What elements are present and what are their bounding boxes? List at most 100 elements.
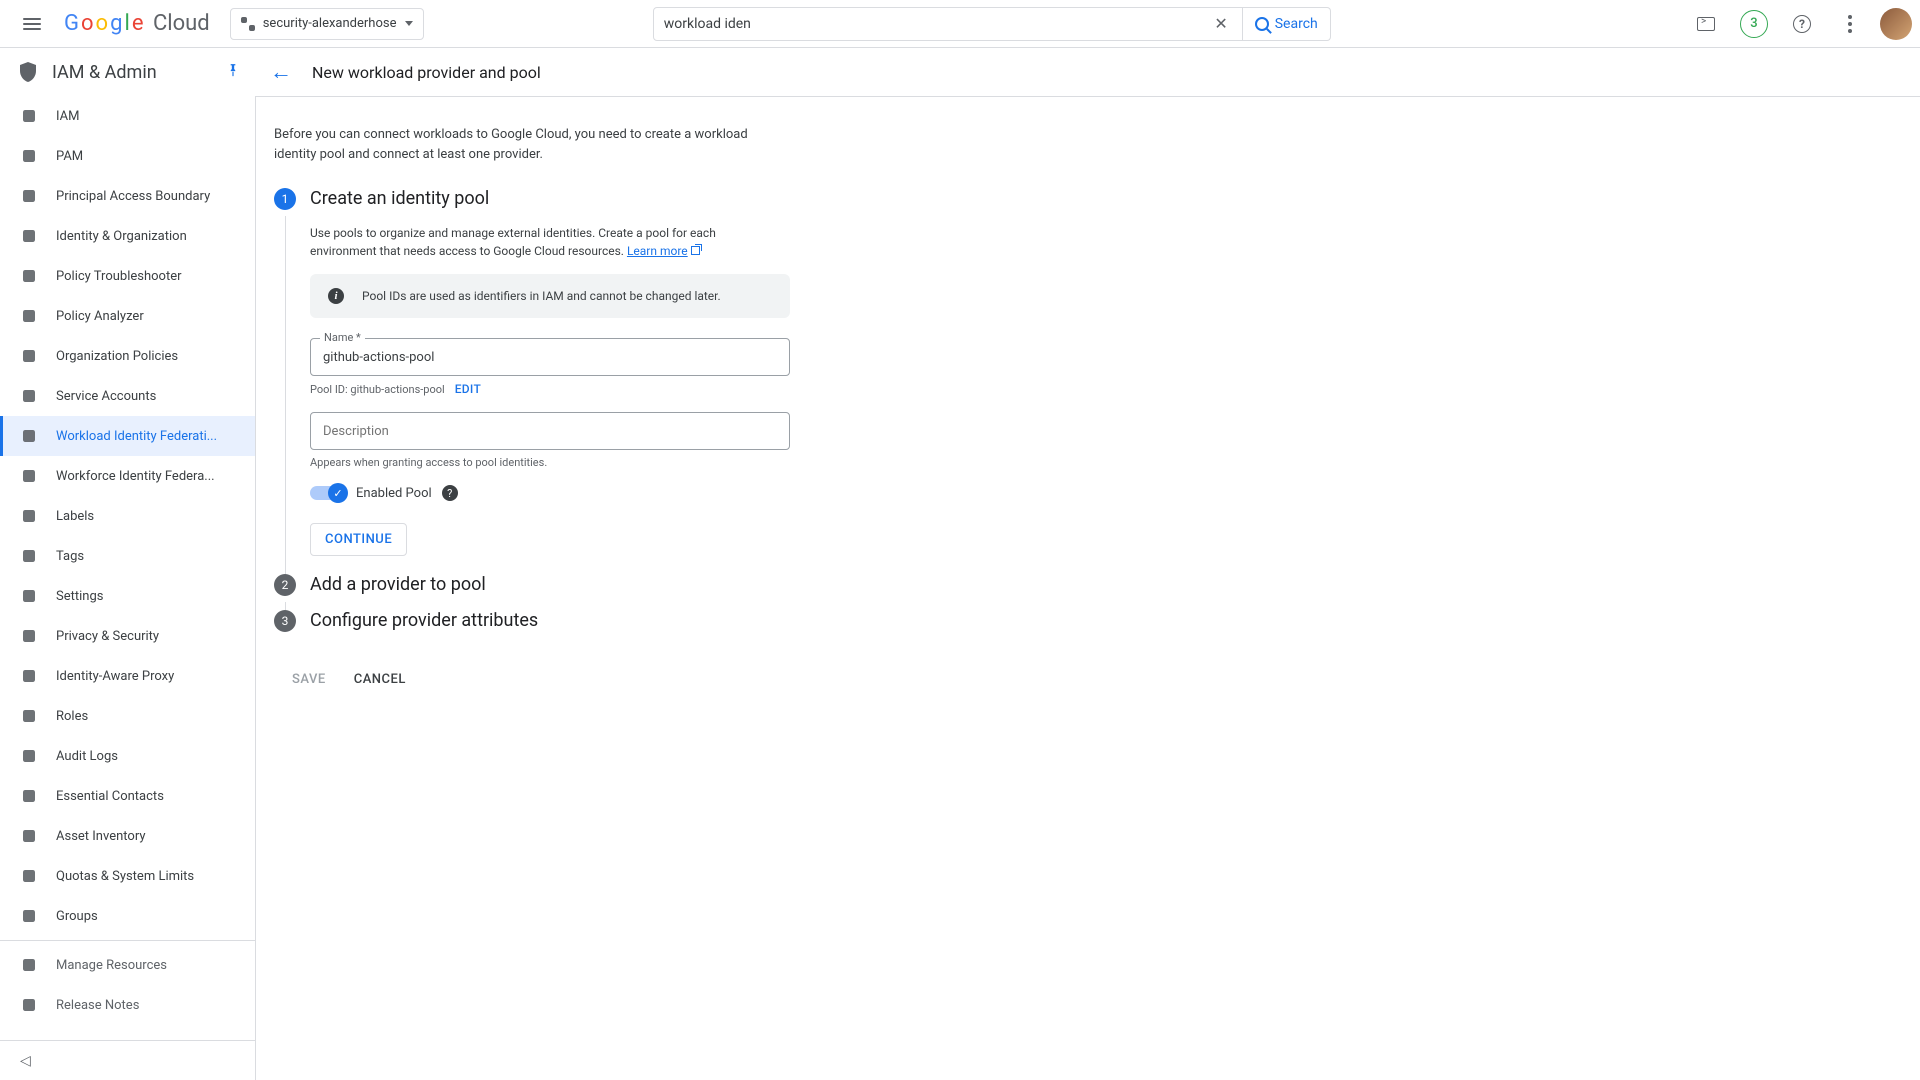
learn-more-link[interactable]: Learn more <box>627 244 702 258</box>
sidebar-item-pam[interactable]: PAM <box>0 136 255 176</box>
enabled-label: Enabled Pool <box>356 486 432 501</box>
top-right: 3 ? <box>1688 6 1912 42</box>
step-2-body <box>285 602 856 610</box>
cloud-shell-button[interactable] <box>1688 6 1724 42</box>
search-wrap: ✕ Search <box>653 7 1331 41</box>
sidebar-item-label: Tags <box>56 549 84 564</box>
contacts-icon <box>20 787 38 805</box>
sidebar-item-contacts[interactable]: Essential Contacts <box>0 776 255 816</box>
sidebar-item-logs[interactable]: Audit Logs <box>0 736 255 776</box>
cloud-logo[interactable]: Google Cloud <box>64 11 210 36</box>
step-2-header[interactable]: 2 Add a provider to pool <box>274 574 856 596</box>
analyzer-icon <box>20 307 38 325</box>
identity-icon <box>20 227 38 245</box>
account-avatar[interactable] <box>1880 8 1912 40</box>
step-3-header[interactable]: 3 Configure provider attributes <box>274 610 856 632</box>
pam-icon <box>20 147 38 165</box>
main-menu-button[interactable] <box>8 0 56 48</box>
sidebar-item-analyzer[interactable]: Policy Analyzer <box>0 296 255 336</box>
sidebar-item-service[interactable]: Service Accounts <box>0 376 255 416</box>
step-1-desc: Use pools to organize and manage externa… <box>310 224 760 260</box>
pin-icon[interactable] <box>226 62 240 82</box>
sidebar-item-label: IAM <box>56 109 79 124</box>
sidebar-item-label: Policy Troubleshooter <box>56 269 182 284</box>
product-bar: IAM & Admin ← New workload provider and … <box>0 48 1920 96</box>
sidebar-item-label: Policy Analyzer <box>56 309 144 324</box>
asset-icon <box>20 827 38 845</box>
boundary-icon <box>20 187 38 205</box>
sidebar-item-workforce[interactable]: Workforce Identity Federa... <box>0 456 255 496</box>
intro-text: Before you can connect workloads to Goog… <box>274 125 754 164</box>
hamburger-icon <box>23 18 41 30</box>
check-icon: ✓ <box>333 487 342 500</box>
sidebar-item-label: Essential Contacts <box>56 789 164 804</box>
sidebar-item-identity[interactable]: Identity & Organization <box>0 216 255 256</box>
help-button[interactable]: ? <box>1784 6 1820 42</box>
sidebar-item-label: PAM <box>56 149 83 164</box>
info-icon: i <box>328 288 344 304</box>
sidebar-item-iap[interactable]: Identity-Aware Proxy <box>0 656 255 696</box>
sidebar-item-label: Release Notes <box>56 998 139 1013</box>
sidebar-item-label: Asset Inventory <box>56 829 145 844</box>
shield-icon <box>16 60 40 84</box>
sidebar-item-boundary[interactable]: Principal Access Boundary <box>0 176 255 216</box>
sidebar-item-groups[interactable]: Groups <box>0 896 255 936</box>
description-hint: Appears when granting access to pool ide… <box>310 456 856 469</box>
doc-icon <box>20 996 38 1014</box>
name-input[interactable] <box>310 338 790 376</box>
cancel-button[interactable]: CANCEL <box>354 672 406 687</box>
search-box[interactable]: ✕ <box>653 7 1243 41</box>
sidebar-item-wrench[interactable]: Policy Troubleshooter <box>0 256 255 296</box>
sidebar-item-iam[interactable]: IAM <box>0 96 255 136</box>
logs-icon <box>20 747 38 765</box>
project-icon <box>241 17 255 31</box>
sidebar-item-tags[interactable]: Tags <box>0 536 255 576</box>
sidebar-item-org[interactable]: Organization Policies <box>0 336 255 376</box>
step-3-badge: 3 <box>274 610 296 632</box>
search-input[interactable] <box>664 16 1211 32</box>
sidebar-item-label: Audit Logs <box>56 749 118 764</box>
step-1-title: Create an identity pool <box>310 188 489 210</box>
cloudshell-icon <box>1697 17 1715 31</box>
clear-search-icon[interactable]: ✕ <box>1210 14 1231 33</box>
name-label: Name * <box>320 331 365 344</box>
edit-pool-id[interactable]: EDIT <box>455 382 481 396</box>
search-button[interactable]: Search <box>1243 7 1331 41</box>
sidebar-item-settings[interactable]: Settings <box>0 576 255 616</box>
info-banner: i Pool IDs are used as identifiers in IA… <box>310 274 790 318</box>
sidebar-item-label: Labels <box>56 509 94 524</box>
chevron-down-icon <box>405 21 413 26</box>
org-icon <box>20 347 38 365</box>
quotas-icon <box>20 867 38 885</box>
vertical-dots-icon <box>1848 15 1852 33</box>
enabled-toggle[interactable]: ✓ <box>310 486 346 500</box>
sidebar-item-quotas[interactable]: Quotas & System Limits <box>0 856 255 896</box>
info-text: Pool IDs are used as identifiers in IAM … <box>362 289 721 303</box>
step-1-badge: 1 <box>274 188 296 210</box>
enabled-toggle-row: ✓ Enabled Pool ? <box>310 485 856 501</box>
sidebar-item-label: Privacy & Security <box>56 629 159 644</box>
nav-scroll[interactable]: IAM PAM Principal Access BoundaryIdentity … <box>0 96 255 1040</box>
free-trial-badge[interactable]: 3 <box>1736 6 1772 42</box>
more-button[interactable] <box>1832 6 1868 42</box>
step-2-badge: 2 <box>274 574 296 596</box>
sidebar-item-privacy[interactable]: Privacy & Security <box>0 616 255 656</box>
continue-button[interactable]: CONTINUE <box>310 523 407 556</box>
sidebar-item-roles[interactable]: Roles <box>0 696 255 736</box>
sidebar-item-asset[interactable]: Asset Inventory <box>0 816 255 856</box>
doc-icon <box>20 956 38 974</box>
sidebar-item-label: Groups <box>56 909 98 924</box>
sidebar-item-wif[interactable]: Workload Identity Federati... <box>0 416 255 456</box>
description-input[interactable] <box>310 412 790 450</box>
enabled-help-icon[interactable]: ? <box>442 485 458 501</box>
description-field <box>310 412 790 450</box>
project-picker[interactable]: security-alexanderhose <box>230 8 424 40</box>
sidebar-item-labels[interactable]: Labels <box>0 496 255 536</box>
save-button: SAVE <box>292 672 326 687</box>
back-arrow-icon[interactable]: ← <box>270 59 292 85</box>
sidebar-footer-item[interactable]: Manage Resources <box>0 945 255 985</box>
service-icon <box>20 387 38 405</box>
sidebar-item-label: Service Accounts <box>56 389 156 404</box>
sidebar-footer-item[interactable]: Release Notes <box>0 985 255 1025</box>
collapse-sidebar[interactable]: ◁ <box>0 1040 255 1080</box>
